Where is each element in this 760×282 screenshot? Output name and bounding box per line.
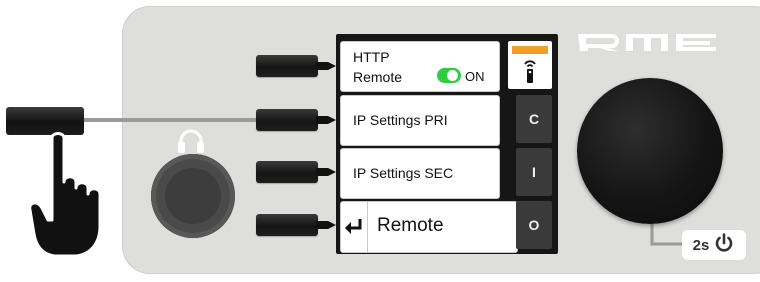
hardware-button-1[interactable] <box>256 55 318 77</box>
menu-item-http-remote[interactable]: HTTP Remote ON <box>340 41 500 92</box>
power-icon <box>713 232 735 258</box>
menu-item-back-remote[interactable]: Remote <box>340 201 518 253</box>
toggle-state-label: ON <box>465 69 485 84</box>
pointing-hand-icon <box>26 130 110 269</box>
menu-item-ip-settings-sec[interactable]: IP Settings SEC <box>340 148 500 199</box>
power-hold-badge: 2s <box>682 230 746 260</box>
back-title: Remote <box>377 215 444 236</box>
menu-item-label: IP Settings PRI <box>353 112 448 128</box>
hardware-button-2[interactable] <box>256 109 318 131</box>
return-arrow-icon <box>341 202 368 252</box>
toggle-knob <box>447 70 458 81</box>
main-knob[interactable] <box>577 78 723 224</box>
tab-i[interactable]: I <box>516 148 552 196</box>
active-tab-accent <box>512 46 548 54</box>
http-remote-toggle[interactable] <box>437 68 461 83</box>
menu-item-http-line2: Remote <box>353 69 403 85</box>
menu-item-ip-settings-pri[interactable]: IP Settings PRI <box>340 95 500 146</box>
menu-item-http-line1: HTTP <box>353 49 390 65</box>
remote-control-icon <box>523 60 537 89</box>
tab-remote[interactable] <box>508 41 552 89</box>
tab-c[interactable]: C <box>516 95 552 143</box>
menu-item-label: IP Settings SEC <box>353 165 454 181</box>
hardware-button-4[interactable] <box>256 214 318 236</box>
hardware-button-3[interactable] <box>256 161 318 183</box>
power-hold-duration: 2s <box>692 236 710 254</box>
tab-o[interactable]: O <box>516 201 552 249</box>
headphone-jack <box>151 154 235 238</box>
